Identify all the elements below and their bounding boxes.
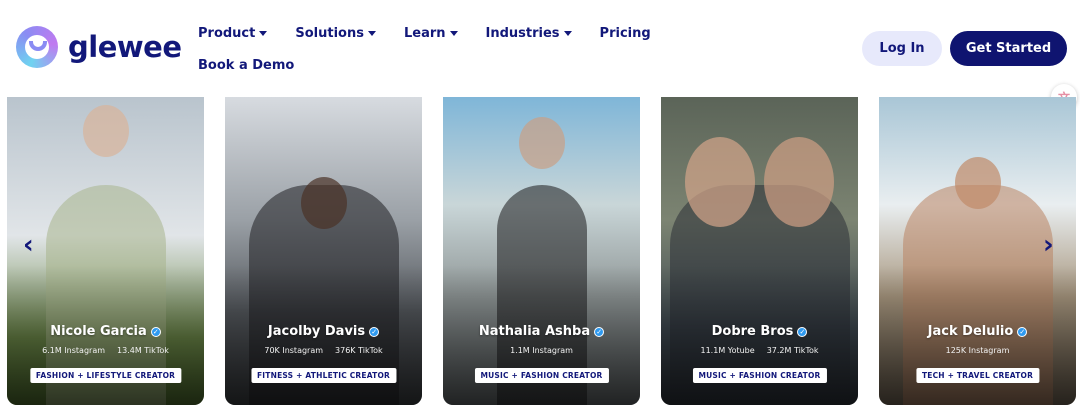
creator-category-tag: FITNESS + ATHLETIC CREATOR xyxy=(250,368,397,383)
creator-stats: 1.1M Instagram xyxy=(510,346,573,355)
creator-name: Dobre Bros xyxy=(711,324,794,339)
creator-category-tag: TECH + TRAVEL CREATOR xyxy=(915,368,1040,383)
creator-category-tag: MUSIC + FASHION CREATOR xyxy=(692,368,827,383)
chevron-down-icon xyxy=(449,30,458,36)
creator-name: Nathalia Ashba xyxy=(478,324,591,339)
nav-item-book-demo[interactable]: Book a Demo xyxy=(198,58,294,73)
chevron-right-icon[interactable]: › xyxy=(1043,232,1054,258)
logo[interactable]: glewee xyxy=(16,26,182,68)
brand-name: glewee xyxy=(68,30,182,64)
get-started-button[interactable]: Get Started xyxy=(950,31,1067,66)
nav-item-learn[interactable]: Learn xyxy=(404,26,458,41)
creator-name: Nicole Garcia xyxy=(50,324,147,339)
nav-item-pricing[interactable]: Pricing xyxy=(600,26,651,41)
creator-name: Jacolby Davis xyxy=(267,324,366,339)
creator-stats: 6.1M Instagram 13.4M TikTok xyxy=(42,346,169,355)
chevron-left-icon[interactable]: ‹ xyxy=(23,232,34,258)
verified-badge-icon: ✓ xyxy=(150,326,161,337)
nav-item-solutions[interactable]: Solutions xyxy=(295,26,376,41)
chevron-down-icon xyxy=(259,30,268,36)
glewee-logo-icon xyxy=(16,26,58,68)
creator-name: Jack Delulio xyxy=(927,324,1014,339)
login-button[interactable]: Log In xyxy=(862,31,942,66)
creator-category-tag: MUSIC + FASHION CREATOR xyxy=(474,368,609,383)
nav-item-product[interactable]: Product xyxy=(198,26,268,41)
creator-card[interactable]: Jacolby Davis ✓ 70K Instagram 376K TikTo… xyxy=(225,97,422,405)
chevron-down-icon xyxy=(367,30,376,36)
verified-badge-icon: ✓ xyxy=(1017,326,1028,337)
nav-item-industries[interactable]: Industries xyxy=(486,26,572,41)
creator-stats: 70K Instagram 376K TikTok xyxy=(264,346,383,355)
creator-card[interactable]: Dobre Bros ✓ 11.1M Yotube 37.2M TikTok M… xyxy=(661,97,858,405)
verified-badge-icon: ✓ xyxy=(797,326,808,337)
creator-category-tag: FASHION + LIFESTYLE CREATOR xyxy=(29,368,182,383)
verified-badge-icon: ✓ xyxy=(369,326,380,337)
creator-stats: 11.1M Yotube 37.2M TikTok xyxy=(700,346,819,355)
verified-badge-icon: ✓ xyxy=(594,326,605,337)
creator-card[interactable]: Nicole Garcia ✓ 6.1M Instagram 13.4M Tik… xyxy=(7,97,204,405)
main-nav: Product Solutions Learn Industries Prici… xyxy=(198,24,651,74)
chevron-down-icon xyxy=(563,30,572,36)
creator-card[interactable]: Nathalia Ashba ✓ 1.1M Instagram MUSIC + … xyxy=(443,97,640,405)
creator-stats: 125K Instagram xyxy=(945,346,1010,355)
